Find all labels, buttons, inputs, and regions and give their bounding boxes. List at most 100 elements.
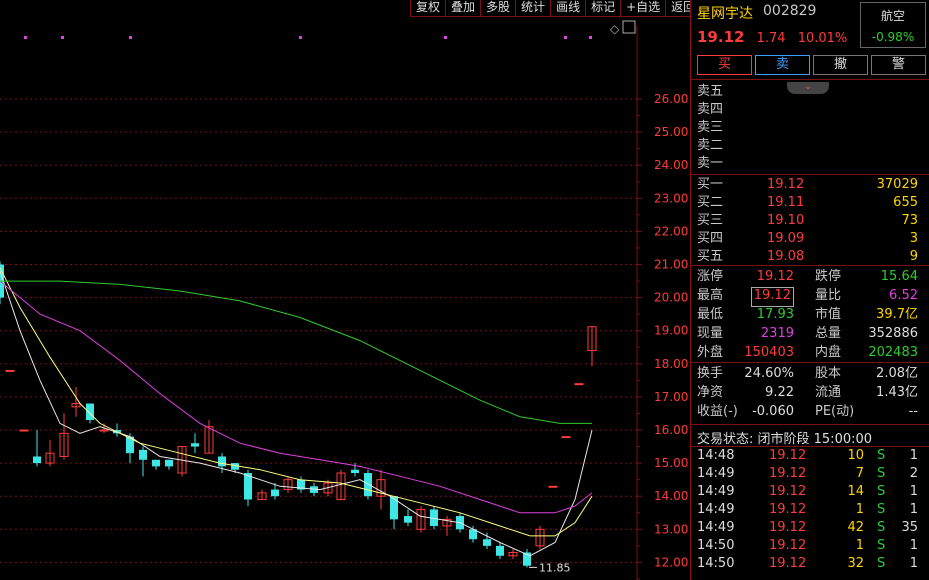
signal-marker — [24, 36, 27, 39]
stat-value: 202483 — [868, 345, 918, 360]
candle-body — [496, 545, 504, 556]
tick-time: 14:49 — [697, 520, 735, 535]
y-tick-label: 23.00 — [654, 191, 688, 205]
price-quote: 19.12 1.74 10.01% — [697, 28, 847, 46]
buy-level-price: 19.12 — [767, 177, 805, 192]
trade-status: 交易状态: 闭市阶段 15:00:00 — [697, 432, 873, 447]
fund-value: 1.43亿 — [876, 385, 918, 400]
stat-label: 量比 — [815, 288, 842, 303]
tick-time: 14:49 — [697, 502, 735, 517]
toolbar-item[interactable]: 标记 — [585, 0, 621, 17]
sector-name: 航空 — [880, 9, 905, 23]
sell-button[interactable]: 卖 — [755, 55, 810, 75]
stat-value: 39.7亿 — [876, 307, 918, 322]
fund-label: 股本 — [815, 366, 842, 381]
y-tick-label: 21.00 — [654, 258, 688, 272]
candle-body — [33, 456, 41, 464]
stat-label: 内盘 — [815, 345, 842, 360]
tick-time: 14:50 — [697, 556, 735, 571]
chevron-down-icon[interactable]: ⌄ — [787, 82, 829, 94]
tick-side: S — [877, 484, 886, 499]
sector-index[interactable]: 航空 -0.98% — [860, 2, 926, 48]
candle-body — [404, 516, 412, 523]
candle-body — [5, 369, 15, 372]
buy-level-label: 买五 — [697, 249, 724, 264]
signal-marker — [61, 36, 64, 39]
tick-price: 19.12 — [769, 556, 807, 571]
candle-body — [390, 496, 398, 520]
tick-count: 1 — [909, 502, 918, 517]
diamond-icon: ◇ — [610, 22, 620, 36]
candle-body — [483, 539, 491, 546]
stat-value: 15.64 — [880, 269, 918, 284]
tick-side: S — [877, 520, 886, 535]
buy-level-label: 买三 — [697, 213, 724, 228]
buy-level-price: 19.10 — [767, 213, 805, 228]
fund-value: -0.060 — [752, 404, 794, 419]
toolbar-item[interactable]: 统计 — [515, 0, 551, 17]
y-tick-label: 25.00 — [654, 125, 688, 139]
stat-label: 跌停 — [815, 269, 842, 284]
tick-price: 19.12 — [769, 484, 807, 499]
y-tick-label: 14.00 — [654, 489, 688, 503]
alert-button[interactable]: 警 — [871, 55, 926, 75]
price-pct: 10.01% — [797, 31, 848, 46]
tick-time: 14:48 — [697, 448, 735, 463]
tick-price: 19.12 — [769, 520, 807, 535]
tick-volume: 14 — [847, 484, 864, 499]
signal-marker — [444, 36, 447, 39]
candlestick-chart[interactable]: ◇ 26.00 25.00 24.00 23.00 22.00 21.00 20.00 19.0… — [0, 0, 690, 580]
y-tick-label: 22.00 — [654, 224, 688, 238]
tick-count: 1 — [909, 448, 918, 463]
candle-body — [152, 459, 160, 467]
quote-panel: 星网宇达 002829 航空 -0.98% 19.12 1.74 10.01% … — [690, 0, 929, 580]
trade-buttons: 买 卖 撤 警 — [697, 55, 926, 75]
toolbar-item[interactable]: 画线 — [550, 0, 586, 17]
tick-side: S — [877, 538, 886, 553]
signal-marker — [589, 36, 592, 39]
tick-volume: 1 — [855, 538, 864, 553]
candle-body — [218, 456, 226, 467]
ma60-line — [0, 280, 592, 424]
buy-level-volume: 655 — [893, 195, 918, 210]
candle-body — [191, 443, 199, 447]
buy-level-label: 买四 — [697, 231, 724, 246]
toolbar-item[interactable]: 叠加 — [445, 0, 481, 17]
cancel-order-button[interactable]: 撤 — [813, 55, 868, 75]
y-tick-label: 20.00 — [654, 291, 688, 305]
fund-value: 2.08亿 — [876, 366, 918, 381]
divider — [691, 362, 929, 363]
tick-side: S — [877, 502, 886, 517]
divider — [691, 424, 929, 425]
y-tick-label: 26.00 — [654, 92, 688, 106]
stock-name: 星网宇达 — [697, 6, 753, 22]
tick-price: 19.12 — [769, 466, 807, 481]
tick-count: 1 — [909, 556, 918, 571]
sell-level-label: 卖四 — [697, 102, 724, 117]
sell-level-label: 卖五 — [697, 84, 724, 99]
stock-code: 002829 — [763, 3, 817, 19]
toolbar-item[interactable]: 多股 — [480, 0, 516, 17]
y-tick-label: 24.00 — [654, 158, 688, 172]
fund-label: 流通 — [815, 385, 842, 400]
toolbar-item[interactable]: 复权 — [410, 0, 446, 17]
tick-volume: 32 — [847, 556, 864, 571]
fund-value: -- — [908, 404, 918, 419]
tick-price: 19.12 — [769, 502, 807, 517]
sell-level-label: 卖二 — [697, 138, 724, 153]
candle-body — [351, 469, 359, 474]
stat-label: 总量 — [815, 326, 842, 341]
toolbar-item[interactable]: +自选 — [620, 0, 666, 17]
last-price: 19.12 — [697, 28, 745, 46]
stat-value: 150403 — [744, 345, 794, 360]
candle-body — [165, 459, 173, 467]
sell-level-label: 卖一 — [697, 156, 724, 171]
stat-label: 涨停 — [697, 269, 724, 284]
candle-body — [99, 429, 109, 432]
buy-level-volume: 9 — [909, 249, 918, 264]
divider — [691, 174, 929, 175]
fund-label: PE(动) — [815, 404, 855, 419]
buy-button[interactable]: 买 — [697, 55, 752, 75]
tick-time: 14:49 — [697, 484, 735, 499]
buy-level-price: 19.09 — [767, 231, 805, 246]
